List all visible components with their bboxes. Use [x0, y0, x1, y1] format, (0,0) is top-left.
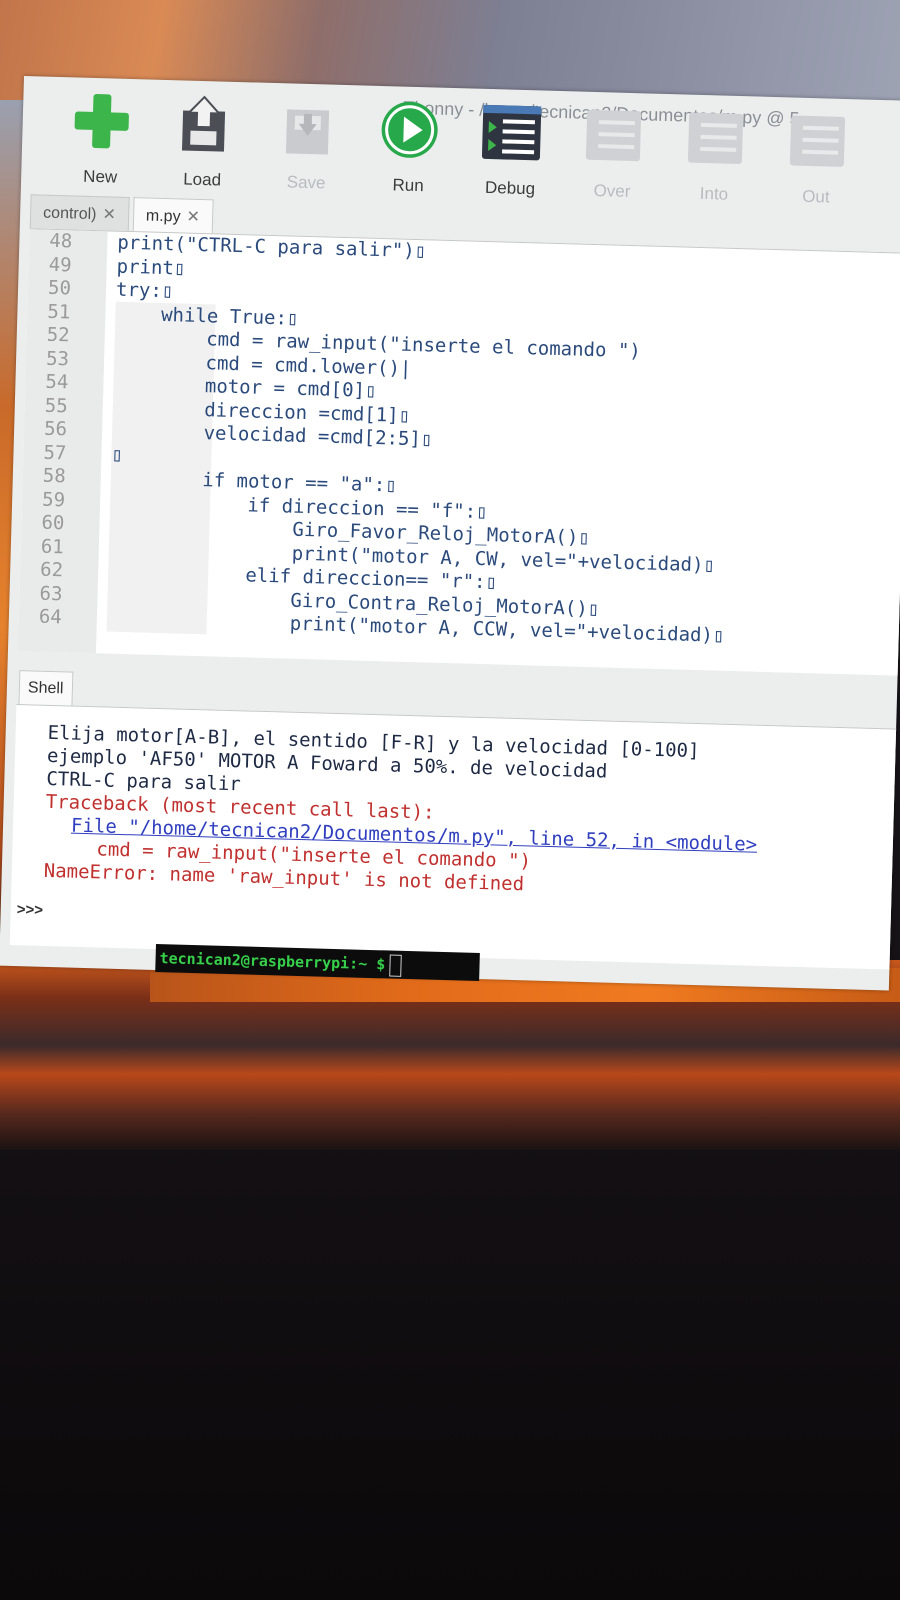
- code-lines: 48 print("CTRL-C para salir")▯ 49 print▯ 50 t…: [19, 229, 900, 653]
- step-over-button[interactable]: Over: [567, 103, 660, 202]
- tab-shell[interactable]: Shell: [18, 670, 73, 707]
- line-number: 59: [41, 488, 66, 511]
- load-icon: [181, 95, 226, 152]
- code-text: print▯: [116, 255, 186, 280]
- new-icon: [74, 94, 129, 149]
- step-over-icon: [585, 109, 642, 162]
- save-icon: [285, 109, 330, 155]
- line-number: 57: [43, 441, 67, 464]
- save-button[interactable]: Save: [261, 95, 354, 194]
- step-out-label: Out: [801, 186, 830, 207]
- line-number: 64: [38, 605, 63, 629]
- close-icon[interactable]: ✕: [186, 209, 200, 226]
- tab-control[interactable]: control) ✕: [29, 194, 130, 233]
- step-into-icon: [687, 112, 744, 164]
- tab-m-py[interactable]: m.py ✕: [132, 197, 214, 236]
- line-number: 50: [47, 276, 72, 300]
- code-text: try:▯: [115, 278, 174, 303]
- terminal-prompt: tecnican2@raspberrypi:~ $: [159, 949, 386, 974]
- run-label: Run: [392, 175, 424, 196]
- step-over-label: Over: [593, 180, 631, 201]
- tab-m-py-label: m.py: [145, 207, 181, 226]
- shell-prompt[interactable]: >>>: [16, 901, 43, 919]
- close-icon[interactable]: ✕: [102, 206, 116, 223]
- shell-panel[interactable]: Elija motor[A-B], el sentido [F-R] y la …: [9, 704, 897, 970]
- new-label: New: [82, 166, 118, 187]
- terminal-cursor: [388, 954, 402, 977]
- new-button[interactable]: New: [55, 89, 148, 188]
- line-number: 48: [49, 229, 73, 253]
- line-number: 63: [39, 582, 63, 605]
- load-label: Load: [182, 169, 222, 190]
- step-out-icon: [789, 115, 846, 167]
- debug-button[interactable]: Debug: [465, 100, 558, 199]
- tab-control-label: control): [42, 204, 97, 224]
- thonny-window: Thonny - /home/tecnican2/Documentos/m.py…: [0, 76, 900, 991]
- code-editor[interactable]: 48 print("CTRL-C para salir")▯ 49 print▯ 50 t…: [17, 228, 900, 676]
- step-into-label: Into: [699, 183, 729, 204]
- line-number: 61: [40, 535, 65, 558]
- shell-tab-label: Shell: [27, 679, 64, 698]
- load-button[interactable]: Load: [157, 92, 250, 191]
- code-text: ▯: [111, 443, 124, 466]
- save-label: Save: [286, 172, 326, 193]
- line-number: 55: [44, 394, 69, 417]
- line-number: 56: [43, 417, 68, 441]
- step-into-button[interactable]: Into: [669, 106, 762, 205]
- run-icon: [381, 101, 438, 158]
- line-number: 53: [45, 347, 70, 370]
- run-button[interactable]: Run: [363, 98, 456, 197]
- line-number: 52: [46, 323, 70, 347]
- line-number: 51: [47, 300, 71, 323]
- line-number: 58: [42, 464, 67, 488]
- line-number: 60: [41, 511, 65, 535]
- debug-icon: [481, 104, 542, 161]
- line-number: 49: [48, 253, 72, 276]
- step-out-button[interactable]: Out: [771, 109, 864, 208]
- debug-label: Debug: [484, 177, 536, 199]
- line-number: 62: [39, 558, 64, 582]
- line-number: 54: [45, 370, 69, 394]
